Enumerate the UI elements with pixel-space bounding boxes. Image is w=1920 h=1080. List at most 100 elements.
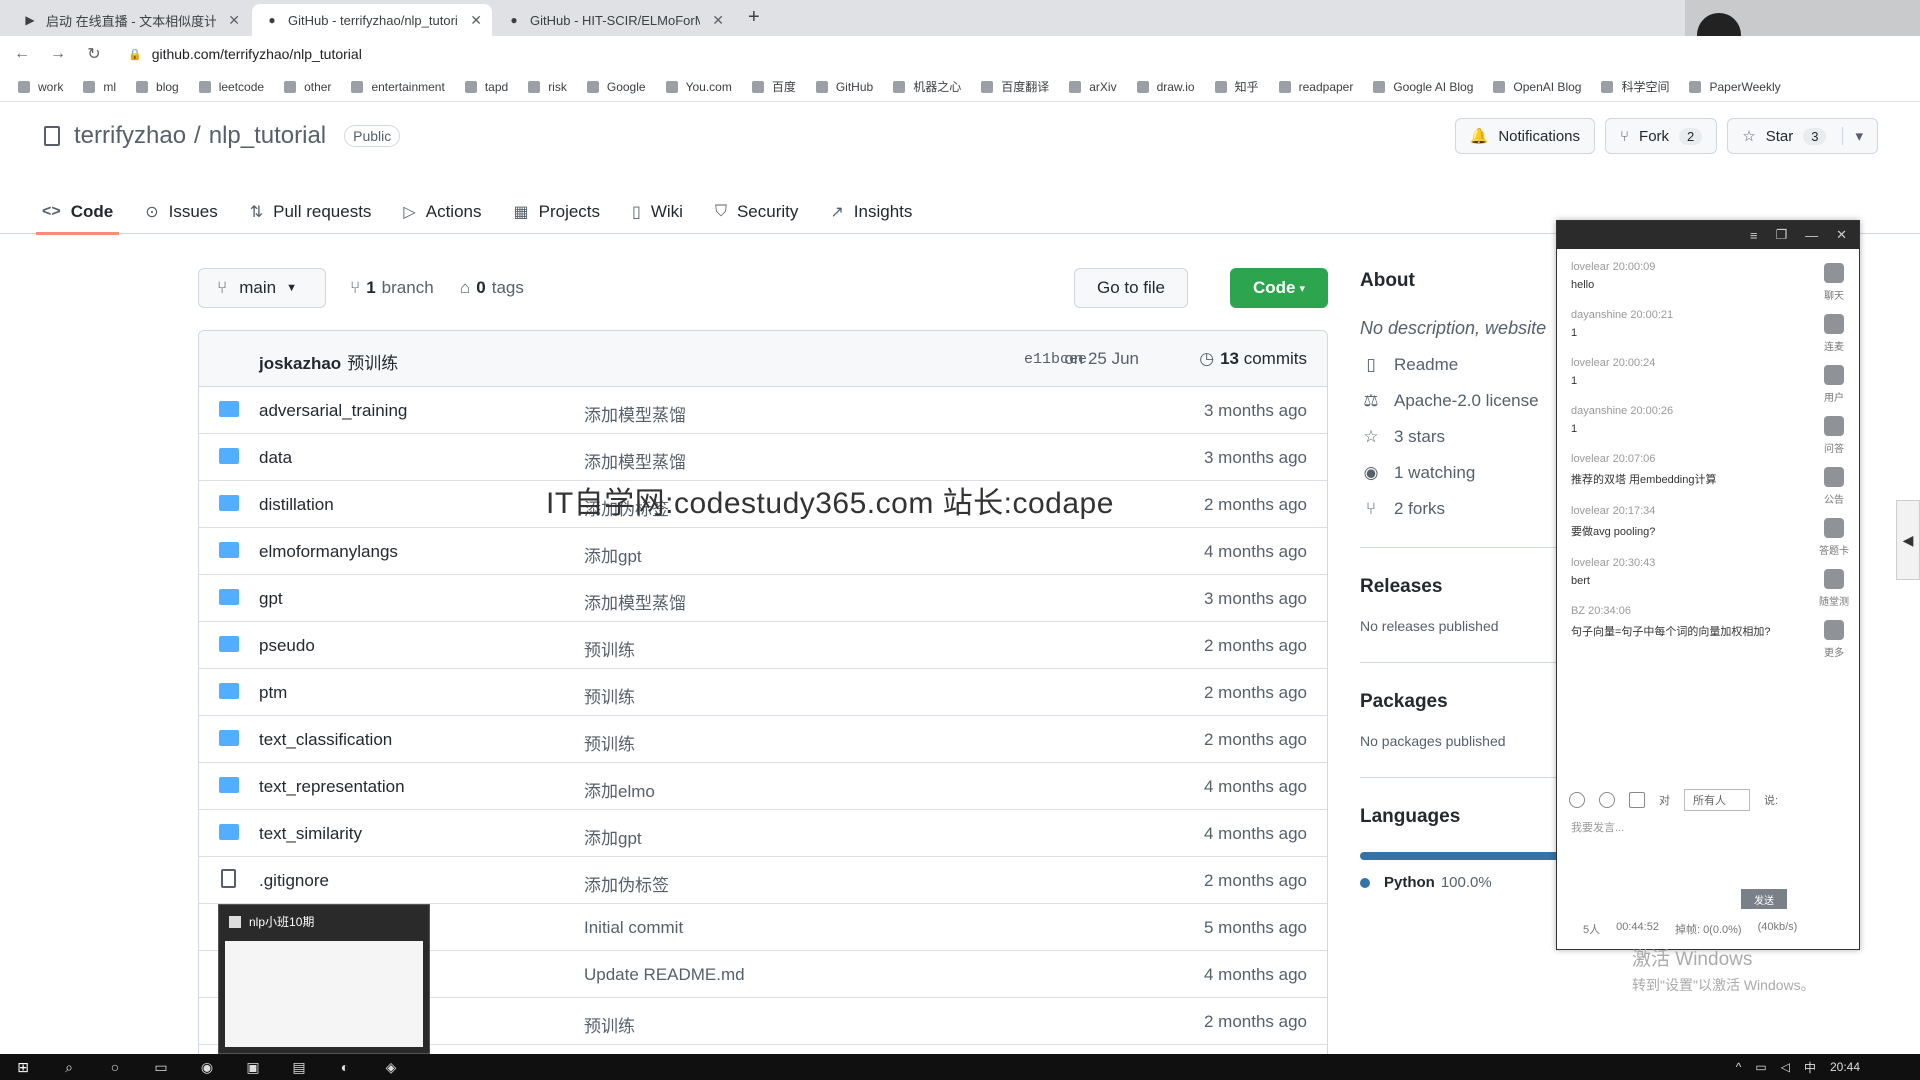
file-name-link[interactable]: text_classification: [259, 730, 392, 750]
tab-pull-requests[interactable]: ⇅ Pull requests: [250, 190, 372, 234]
tab-actions[interactable]: ▷ Actions: [403, 190, 481, 234]
about-item[interactable]: ◉ 1 watching: [1360, 463, 1560, 483]
tab-security[interactable]: ⛉ Security: [715, 190, 798, 234]
browser-tab-live[interactable]: ▶ 启动 在线直播 - 文本相似度计算 ✕: [10, 4, 250, 36]
search-icon[interactable]: ⌕: [46, 1054, 92, 1080]
star-button[interactable]: ☆ Star 3 ▾: [1727, 118, 1878, 154]
tray-chevron-icon[interactable]: ^: [1736, 1060, 1742, 1074]
pycharm-icon[interactable]: ▣: [230, 1054, 276, 1080]
fork-button[interactable]: ⑂ Fork 2: [1605, 118, 1718, 154]
code-dropdown-button[interactable]: Code ▾: [1230, 268, 1328, 308]
clock[interactable]: 20:44: [1830, 1060, 1860, 1074]
chat-input[interactable]: 我要发言...: [1571, 819, 1624, 835]
close-icon[interactable]: ✕: [1836, 227, 1847, 243]
bookmark-item[interactable]: leetcode: [198, 80, 264, 94]
file-commit-message[interactable]: 预训练: [584, 730, 635, 755]
task-view-icon[interactable]: ▭: [138, 1054, 184, 1080]
file-commit-message[interactable]: Initial commit: [584, 918, 683, 938]
taskbar-thumbnail[interactable]: nlp小班10期: [218, 904, 430, 1054]
menu-icon[interactable]: ≡: [1750, 228, 1758, 243]
minimize-icon[interactable]: —: [1805, 228, 1818, 243]
bookmark-item[interactable]: Google: [586, 80, 646, 94]
windows-start-icon[interactable]: ⊞: [0, 1054, 46, 1080]
bookmark-item[interactable]: entertainment: [351, 80, 445, 94]
chat-side-item[interactable]: 随堂测: [1819, 569, 1849, 608]
new-tab-button[interactable]: +: [748, 6, 760, 29]
back-icon[interactable]: ←: [8, 45, 36, 63]
bookmark-item[interactable]: 机器之心: [893, 78, 961, 95]
language-item[interactable]: Python 100.0%: [1360, 874, 1560, 891]
branch-select-button[interactable]: ⑂ main ▼: [198, 268, 326, 308]
tags-link[interactable]: ⌂ 0 tags: [460, 278, 524, 298]
bookmark-item[interactable]: 百度: [751, 78, 796, 95]
file-name-link[interactable]: text_representation: [259, 777, 405, 797]
file-commit-message[interactable]: 添加elmo: [584, 777, 655, 802]
browser-tab-nlp-tutorial[interactable]: ● GitHub - terrifyzhao/nlp_tutorial ✕: [252, 4, 492, 36]
chat-side-item[interactable]: 答题卡: [1819, 518, 1849, 557]
recipient-select[interactable]: 所有人: [1684, 789, 1750, 811]
volume-icon[interactable]: ◁: [1781, 1060, 1790, 1074]
bookmark-item[interactable]: readpaper: [1278, 80, 1353, 94]
image-icon[interactable]: [1629, 792, 1645, 808]
bookmark-item[interactable]: risk: [528, 80, 567, 94]
tab-issues[interactable]: ⊙ Issues: [145, 190, 218, 234]
file-commit-message[interactable]: 添加模型蒸馏: [584, 589, 686, 614]
file-name-link[interactable]: .gitignore: [259, 871, 329, 891]
close-tab-icon[interactable]: ✕: [712, 12, 724, 29]
bookmark-item[interactable]: tapd: [464, 80, 508, 94]
file-name-link[interactable]: data: [259, 448, 292, 468]
about-item[interactable]: ▯ Readme: [1360, 355, 1560, 375]
about-item[interactable]: ⑂ 2 forks: [1360, 499, 1560, 519]
tab-wiki[interactable]: ▯ Wiki: [632, 190, 683, 234]
media-icon[interactable]: ◐: [322, 1054, 368, 1080]
file-commit-message[interactable]: Update README.md: [584, 965, 745, 985]
bookmark-item[interactable]: 百度翻译: [981, 78, 1049, 95]
file-name-link[interactable]: gpt: [259, 589, 283, 609]
commit-author[interactable]: joskazhao 预训练: [259, 349, 398, 374]
chat-side-item[interactable]: 更多: [1824, 620, 1844, 659]
go-to-file-button[interactable]: Go to file: [1074, 268, 1188, 308]
bookmark-item[interactable]: 科学空间: [1601, 78, 1669, 95]
file-commit-message[interactable]: 添加gpt: [584, 542, 642, 567]
repo-owner-link[interactable]: terrifyzhao: [74, 122, 186, 150]
file-commit-message[interactable]: 添加伪标签: [584, 871, 669, 896]
chevron-down-icon[interactable]: ▾: [1842, 127, 1863, 145]
commits-link[interactable]: ◷ 13 commits: [1199, 349, 1307, 369]
live-app-icon[interactable]: ◈: [368, 1054, 414, 1080]
send-button[interactable]: 发送: [1741, 889, 1787, 909]
bookmark-item[interactable]: 知乎: [1214, 78, 1259, 95]
tab-insights[interactable]: ↗ Insights: [830, 190, 912, 234]
bookmark-item[interactable]: OpenAI Blog: [1493, 80, 1581, 94]
browser-tab-elmo[interactable]: ● GitHub - HIT-SCIR/ELMoForM... ✕: [494, 4, 734, 36]
restore-icon[interactable]: ❐: [1775, 227, 1787, 243]
file-name-link[interactable]: distillation: [259, 495, 334, 515]
tab-code[interactable]: <> Code: [35, 190, 120, 235]
bubble-icon[interactable]: [1599, 792, 1615, 808]
branches-link[interactable]: ⑂ 1 branch: [350, 278, 434, 298]
chat-side-item[interactable]: 用户: [1824, 365, 1844, 404]
reload-icon[interactable]: ↻: [80, 44, 108, 64]
chat-side-item[interactable]: 聊天: [1824, 263, 1844, 302]
commit-message[interactable]: 预训练: [347, 354, 398, 373]
chat-side-item[interactable]: 连麦: [1824, 314, 1844, 353]
releases-heading[interactable]: Releases: [1360, 576, 1560, 598]
about-item[interactable]: ⚖ Apache-2.0 license: [1360, 391, 1560, 411]
bookmark-item[interactable]: You.com: [665, 80, 732, 94]
file-name-link[interactable]: ptm: [259, 683, 287, 703]
chat-side-item[interactable]: 公告: [1824, 467, 1844, 506]
notifications-button[interactable]: 🔔 Notifications: [1454, 118, 1596, 154]
collapse-handle-icon[interactable]: ◀: [1896, 500, 1920, 580]
file-commit-message[interactable]: 添加模型蒸馏: [584, 448, 686, 473]
about-item[interactable]: ☆ 3 stars: [1360, 427, 1560, 447]
bookmark-item[interactable]: work: [18, 80, 63, 94]
ime-indicator[interactable]: 中: [1804, 1059, 1816, 1076]
bookmark-item[interactable]: draw.io: [1136, 80, 1195, 94]
network-icon[interactable]: ▭: [1755, 1060, 1766, 1074]
file-name-link[interactable]: adversarial_training: [259, 401, 407, 421]
tab-projects[interactable]: ▦ Projects: [513, 190, 600, 234]
emoji-icon[interactable]: [1569, 792, 1585, 808]
packages-heading[interactable]: Packages: [1360, 691, 1560, 713]
bookmark-item[interactable]: Google AI Blog: [1373, 80, 1473, 94]
file-commit-message[interactable]: 预训练: [584, 636, 635, 661]
file-commit-message[interactable]: 预训练: [584, 1012, 635, 1037]
